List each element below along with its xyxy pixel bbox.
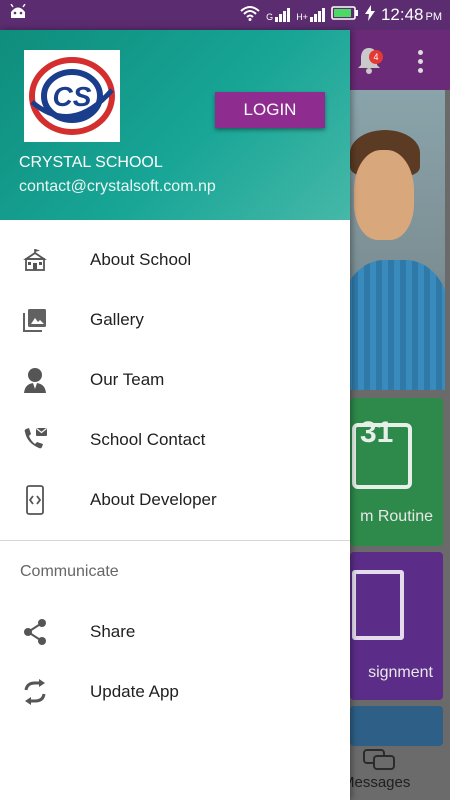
- assignment-icon: [352, 570, 404, 640]
- school-logo: CS: [24, 50, 120, 142]
- menu-label: About School: [90, 250, 192, 269]
- clock: 12:48 PM: [380, 5, 442, 24]
- more-options-icon[interactable]: [418, 50, 423, 77]
- menu-label: Our Team: [90, 370, 165, 389]
- menu-item-gallery[interactable]: Gallery: [0, 290, 350, 350]
- menu-item-about-school[interactable]: About School: [0, 230, 350, 290]
- team-member-icon: [20, 365, 50, 395]
- gallery-icon: [20, 305, 50, 335]
- bottom-nav-messages[interactable]: Messages: [342, 748, 450, 800]
- menu-item-our-team[interactable]: Our Team: [0, 350, 350, 410]
- drawer-menu: About School Gallery Our Team School Con…: [0, 230, 350, 530]
- hero-image: [350, 90, 445, 390]
- assignment-tile[interactable]: signment: [350, 552, 443, 700]
- school-building-icon: [20, 245, 50, 275]
- status-bar: G H+ 12:48 PM: [0, 0, 450, 30]
- drawer-header: CS LOGIN CRYSTAL SCHOOL contact@crystals…: [0, 30, 350, 220]
- login-button[interactable]: LOGIN: [215, 92, 325, 128]
- battery-icon: [331, 6, 359, 24]
- tile-label: signment: [368, 664, 433, 681]
- wifi-icon: [240, 5, 260, 25]
- signal2-icon: H+: [296, 8, 325, 22]
- menu-item-update-app[interactable]: Update App: [0, 662, 350, 722]
- menu-label: Gallery: [90, 310, 144, 329]
- charging-icon: [364, 5, 375, 25]
- developer-phone-icon: [20, 485, 50, 515]
- communicate-menu: Share Update App: [0, 602, 350, 722]
- partial-tile[interactable]: [350, 706, 443, 746]
- section-title-communicate: Communicate: [20, 563, 119, 580]
- menu-item-share[interactable]: Share: [0, 602, 350, 662]
- drawer-divider: [0, 540, 350, 541]
- notification-badge: 4: [369, 50, 383, 64]
- menu-label: Update App: [90, 682, 179, 701]
- menu-label: About Developer: [90, 490, 217, 509]
- navigation-drawer: CS LOGIN CRYSTAL SCHOOL contact@crystals…: [0, 30, 350, 800]
- signal-icon: G: [266, 8, 291, 22]
- menu-label: School Contact: [90, 430, 206, 449]
- share-icon: [20, 617, 50, 647]
- menu-item-about-developer[interactable]: About Developer: [0, 470, 350, 530]
- school-email: contact@crystalsoft.com.np: [19, 178, 216, 195]
- menu-item-school-contact[interactable]: School Contact: [0, 410, 350, 470]
- svg-text:CS: CS: [53, 81, 92, 112]
- exam-routine-tile[interactable]: 31 m Routine: [350, 398, 443, 546]
- phone-contact-icon: [20, 425, 50, 455]
- sync-icon: [20, 677, 50, 707]
- menu-label: Share: [90, 622, 136, 641]
- android-icon: [8, 3, 28, 27]
- tile-label: m Routine: [360, 508, 433, 525]
- school-name: CRYSTAL SCHOOL: [19, 154, 163, 171]
